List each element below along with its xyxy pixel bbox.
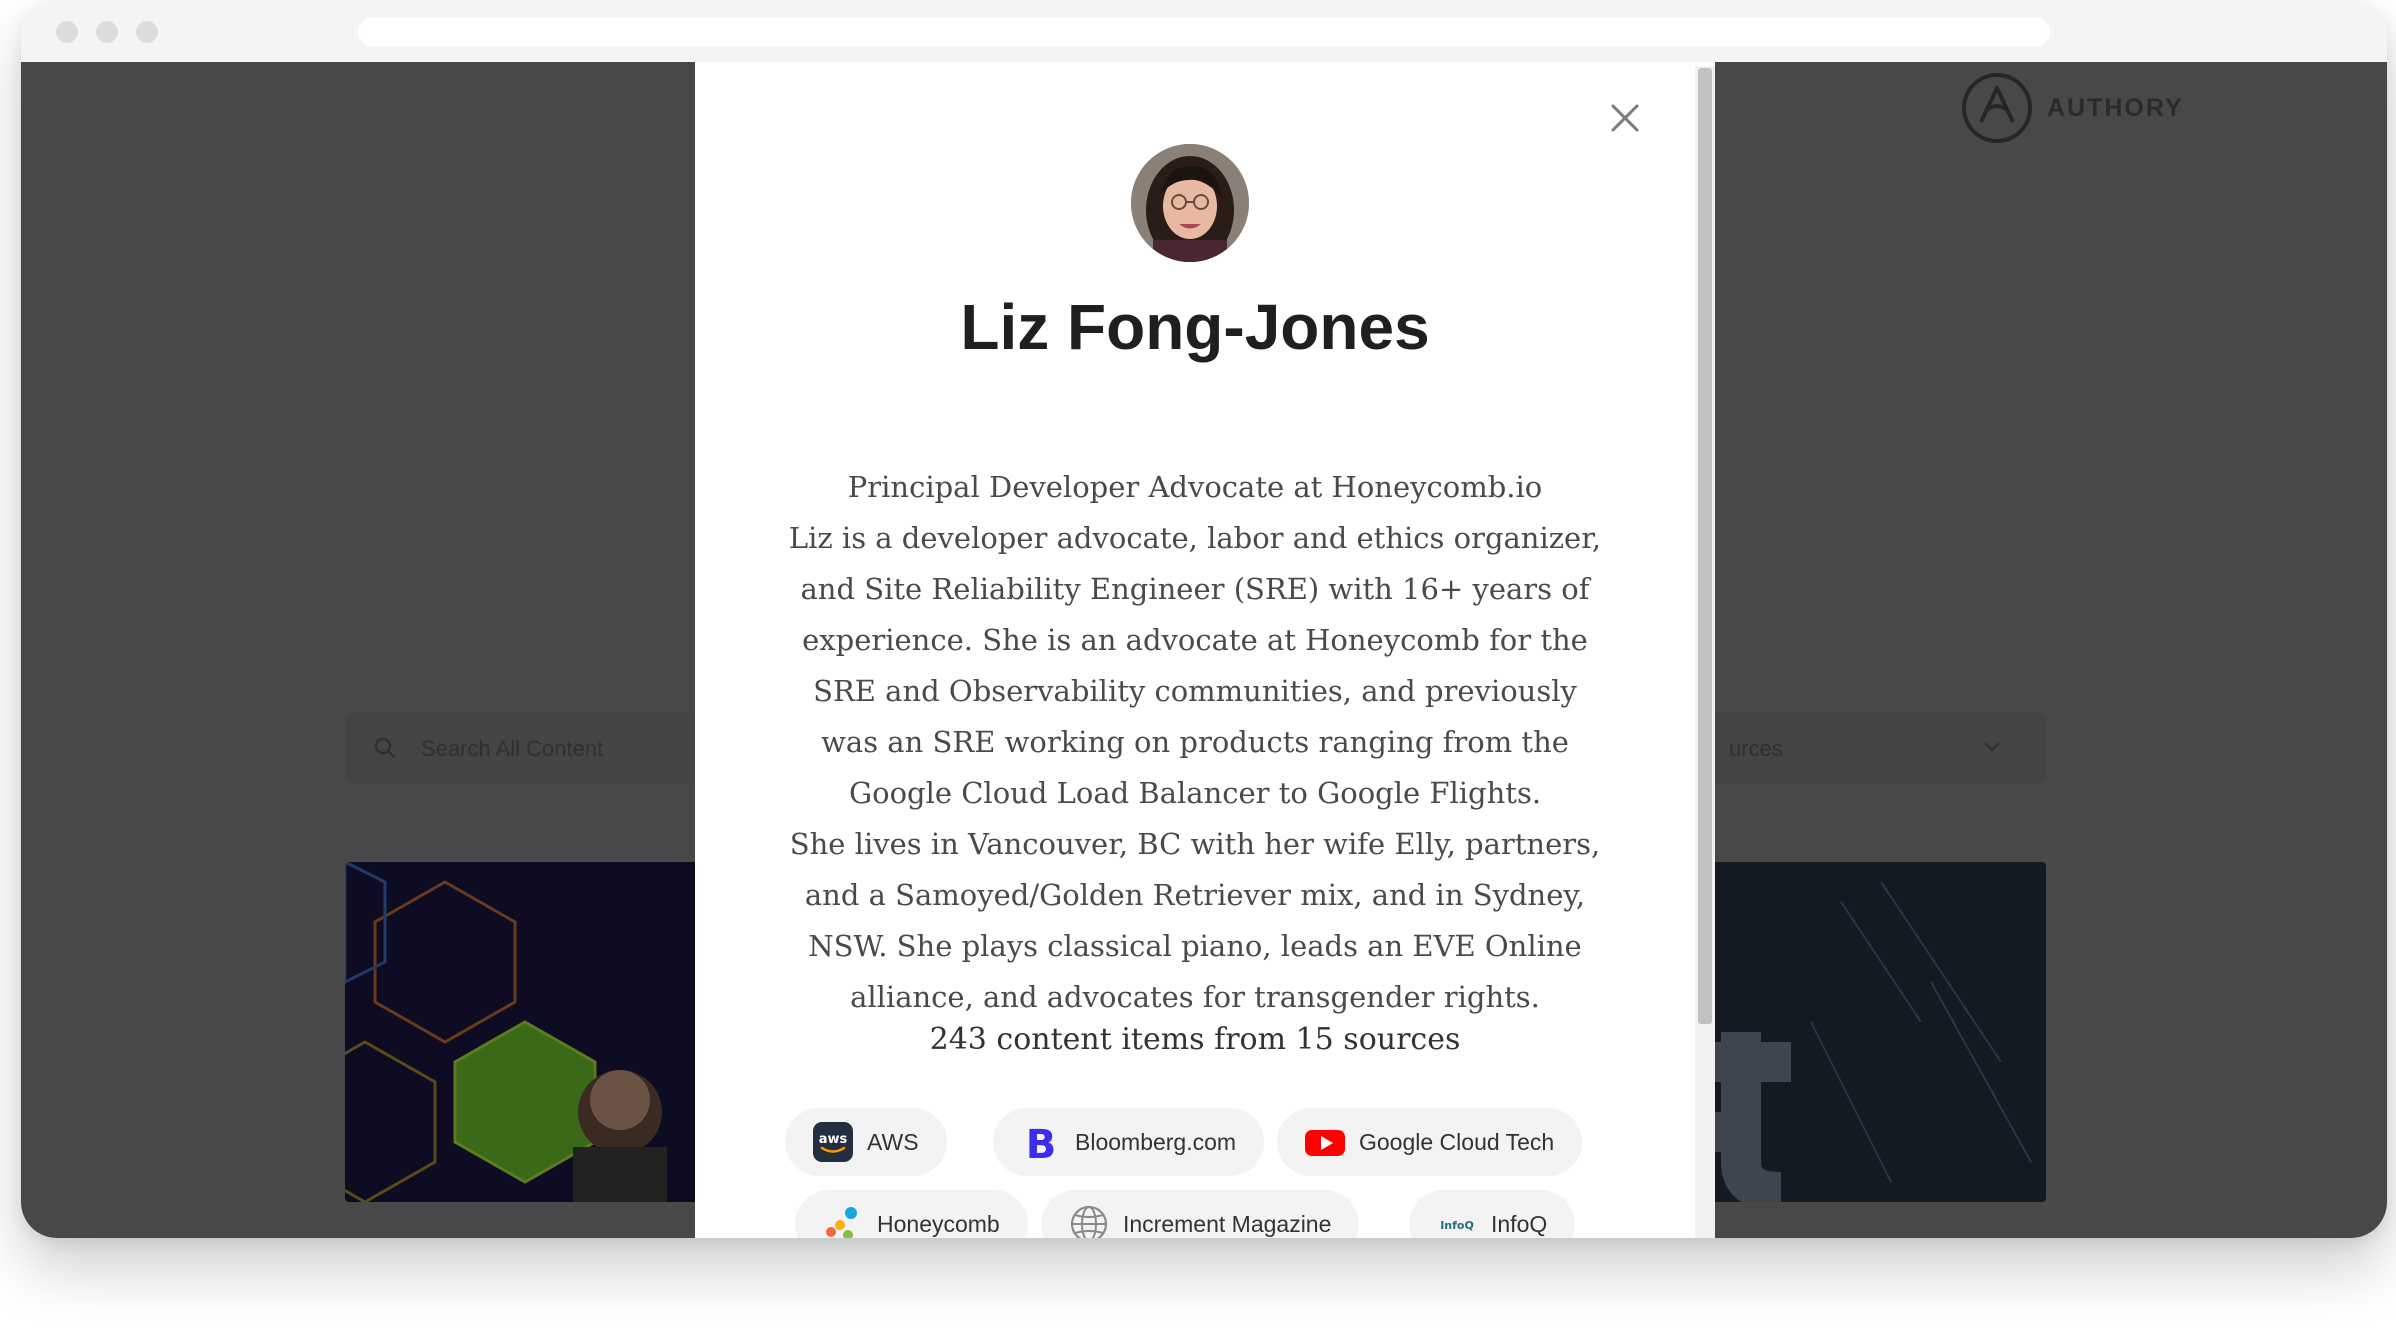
profile-name: Liz Fong-Jones [960,291,1430,363]
source-chip-label: Bloomberg.com [1075,1128,1237,1155]
source-chip-label: InfoQ [1491,1210,1548,1237]
close-icon[interactable] [1603,96,1647,140]
profile-bio: Principal Developer Advocate at Honeycom… [785,462,1605,1023]
honeycomb-icon [826,1207,857,1238]
sources-filter-label: urces [1729,736,1783,761]
aws-icon: aws [813,1122,853,1162]
infoq-icon-text: InfoQ [1440,1219,1474,1232]
source-chip-increment-magazine[interactable]: Increment Magazine [1041,1190,1360,1238]
source-chip-label: Google Cloud Tech [1359,1128,1555,1155]
browser-window: AUTHORY Search All Content urces Liz Fon… [21,0,2387,1238]
source-chip-aws[interactable]: aws AWS [785,1108,947,1176]
source-chip-honeycomb[interactable]: Honeycomb [795,1190,1028,1238]
window-close-dot[interactable] [56,21,78,43]
profile-modal: Liz Fong-Jones Principal Developer Advoc… [695,62,1715,1238]
search-placeholder: Search All Content [421,736,604,761]
profile-bio-paragraph: She lives in Vancouver, BC with her wife… [789,827,1601,1014]
authory-logo-icon [1962,73,2032,143]
modal-scrollbar-thumb[interactable] [1698,68,1712,1024]
source-chip-google-cloud-tech[interactable]: Google Cloud Tech [1277,1108,1583,1176]
avatar-photo [1131,144,1249,262]
authory-logo-text: AUTHORY [2047,93,2184,122]
source-chip-label: AWS [867,1128,919,1155]
address-bar[interactable] [358,18,2050,46]
window-minimize-dot[interactable] [96,21,118,43]
avatar [1131,144,1249,262]
aws-icon-text: aws [819,1132,848,1147]
globe-icon [1070,1205,1108,1238]
authory-logo: AUTHORY [1961,72,2184,144]
source-chip-infoq[interactable]: InfoQ InfoQ [1409,1190,1576,1238]
content-summary: 243 content items from 15 sources [929,1022,1461,1057]
search-icon [374,737,396,759]
youtube-icon [1305,1130,1345,1156]
page-viewport: AUTHORY Search All Content urces Liz Fon… [21,62,2387,1238]
profile-bio-paragraph: Liz is a developer advocate, labor and e… [788,521,1602,810]
source-chip-label: Honeycomb [877,1210,1000,1237]
browser-chrome [21,0,2387,62]
source-chip-bloomberg[interactable]: B Bloomberg.com [993,1108,1265,1176]
source-chip-label: Increment Magazine [1123,1210,1332,1237]
infoq-icon: InfoQ [1440,1219,1474,1232]
bloomberg-icon: B [1026,1122,1057,1162]
bloomberg-icon-text: B [1026,1122,1057,1162]
chevron-down-icon [1984,742,2000,752]
window-maximize-dot[interactable] [136,21,158,43]
profile-headline: Principal Developer Advocate at Honeycom… [847,470,1543,504]
